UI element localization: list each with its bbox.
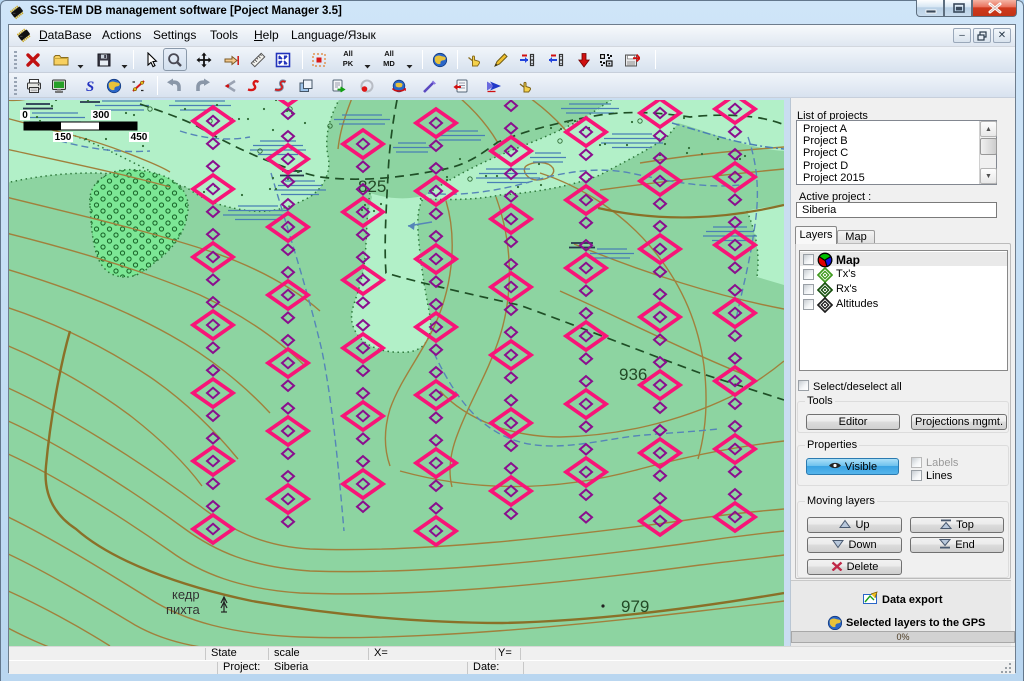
svg-text:450: 450 <box>131 132 148 143</box>
svg-text:0: 0 <box>22 110 28 121</box>
svg-text:979: 979 <box>621 597 649 616</box>
svg-text:150: 150 <box>55 132 72 143</box>
svg-text:кедр: кедр <box>172 587 200 602</box>
svg-text:300: 300 <box>93 110 110 121</box>
svg-text:пихта: пихта <box>166 602 200 617</box>
svg-text:S: S <box>86 79 94 94</box>
